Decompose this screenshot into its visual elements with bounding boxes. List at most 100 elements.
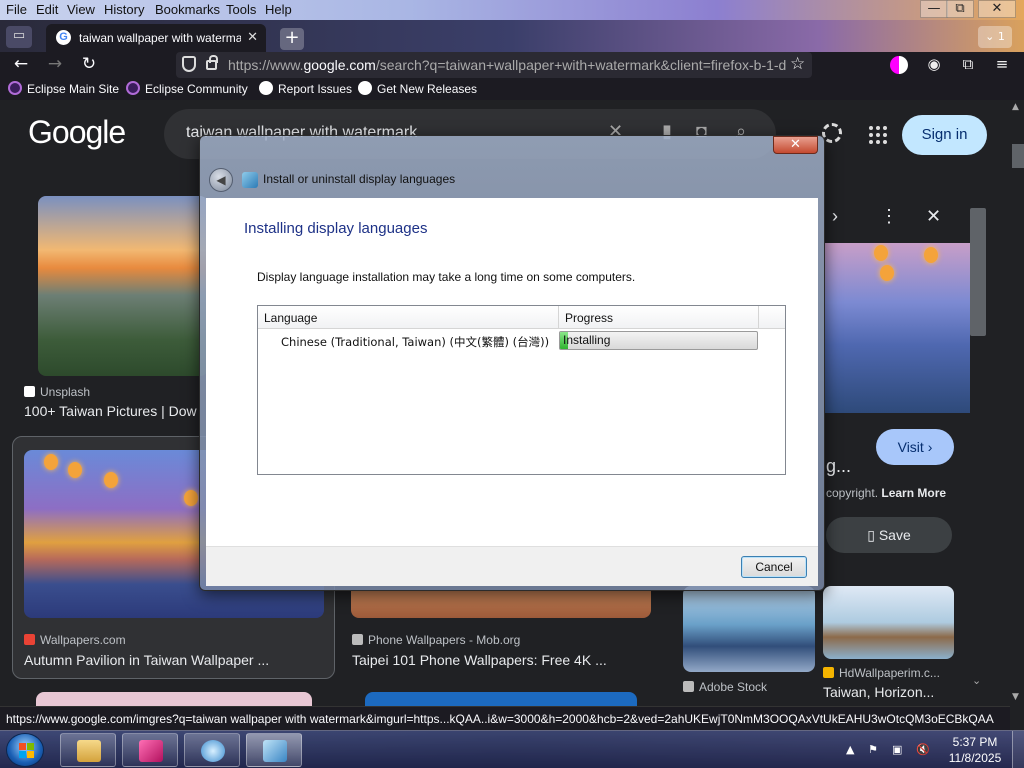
forward-arrow-icon[interactable]: → — [44, 54, 66, 76]
folder-icon — [77, 740, 101, 762]
tab-google-search[interactable]: G taiwan wallpaper with watermark ✕ — [46, 24, 266, 52]
column-header-progress[interactable]: Progress — [565, 311, 613, 325]
taskbar-language-settings[interactable] — [246, 733, 302, 767]
more-options-icon[interactable]: ⋮ — [880, 206, 898, 227]
minimize-button[interactable]: — — [920, 0, 948, 18]
result-source[interactable]: Phone Wallpapers - Mob.org — [352, 633, 520, 647]
learn-more-link[interactable]: Learn More — [881, 486, 946, 500]
start-button-icon[interactable] — [6, 733, 44, 767]
url-bar[interactable]: https://www.google.com/search?q=taiwan+w… — [176, 52, 812, 78]
firefox-view-button[interactable]: ▭ — [6, 26, 32, 48]
page-scrollbar[interactable]: ▲ ▼ — [1010, 100, 1024, 706]
sign-in-button[interactable]: Sign in — [902, 115, 987, 155]
taskbar-explorer[interactable] — [60, 733, 116, 767]
volume-muted-icon[interactable]: 🔇 — [916, 743, 930, 756]
result-source[interactable]: Unsplash — [24, 385, 90, 399]
column-separator[interactable] — [758, 306, 759, 329]
github-icon — [259, 81, 273, 95]
menu-bookmarks[interactable]: Bookmarks — [155, 2, 220, 17]
save-button[interactable]: ▯ Save — [826, 517, 952, 553]
result-title[interactable]: Taipei 101 Phone Wallpapers: Free 4K ... — [352, 652, 652, 668]
cancel-button[interactable]: Cancel — [741, 556, 807, 578]
result-image-cherry[interactable] — [36, 692, 312, 706]
tab-bar: ▭ G taiwan wallpaper with watermark ✕ + … — [0, 20, 1024, 52]
show-hidden-icons-icon[interactable]: ▲ — [846, 743, 854, 756]
scroll-up-arrow-icon[interactable]: ▲ — [1012, 102, 1019, 112]
window-close-button[interactable]: ✕ — [978, 0, 1016, 18]
bookmark-eclipse-community[interactable]: Eclipse Community — [126, 81, 248, 96]
taskbar-network[interactable] — [184, 733, 240, 767]
menu-tools[interactable]: Tools — [226, 2, 256, 17]
hdwallpaperim-icon — [823, 667, 834, 678]
scroll-down-arrow-icon[interactable]: ▼ — [1012, 692, 1019, 702]
result-image-taipei-101[interactable] — [351, 590, 651, 618]
preview-title: g... — [826, 456, 852, 476]
system-clock[interactable]: 5:37 PM 11/8/2025 — [935, 734, 1015, 766]
restore-button[interactable]: ⧉ — [946, 0, 974, 18]
scrollbar-thumb[interactable] — [1012, 144, 1024, 168]
hamburger-menu-icon[interactable]: ≡ — [992, 55, 1012, 75]
extension-color-icon[interactable] — [890, 56, 908, 74]
result-title[interactable]: Autumn Pavilion in Taiwan Wallpaper ... — [24, 652, 324, 668]
visit-button[interactable]: Visit › — [876, 429, 954, 465]
new-tab-button[interactable]: + — [280, 28, 304, 50]
list-all-tabs-button[interactable]: ⌄ 1 — [978, 26, 1012, 48]
menu-help[interactable]: Help — [265, 2, 292, 17]
clock-time: 5:37 PM — [952, 735, 998, 749]
taskbar-app-pink[interactable] — [122, 733, 178, 767]
menu-edit[interactable]: Edit — [36, 2, 58, 17]
result-title[interactable]: Taiwan, Horizon... — [823, 684, 953, 700]
back-arrow-icon[interactable]: ← — [10, 54, 32, 76]
network-icon[interactable]: ▣ — [892, 743, 902, 756]
tab-close-icon[interactable]: ✕ — [247, 29, 258, 45]
dialog-close-button[interactable]: ✕ — [773, 136, 818, 154]
language-settings-icon — [263, 740, 287, 762]
extensions-puzzle-icon[interactable]: ⧉ — [958, 55, 978, 75]
result-source[interactable]: Adobe Stock — [683, 680, 767, 694]
scroll-down-chevron-icon[interactable]: ⌄ — [972, 674, 981, 687]
show-desktop-button[interactable] — [1012, 731, 1024, 768]
unsplash-icon — [24, 386, 35, 397]
menu-history[interactable]: History — [104, 2, 144, 17]
bookmark-star-icon[interactable]: ☆ — [790, 54, 805, 74]
bookmark-get-new-releases[interactable]: Get New Releases — [358, 81, 477, 96]
languages-list-view[interactable]: Language Progress Chinese (Traditional, … — [257, 305, 786, 475]
result-source[interactable]: Wallpapers.com — [24, 633, 126, 647]
bookmark-report-issues[interactable]: Report Issues — [259, 81, 352, 96]
result-image-lake-pavilion[interactable] — [683, 586, 815, 672]
side-panel-scrollbar[interactable] — [970, 208, 986, 336]
google-apps-icon[interactable] — [869, 126, 887, 144]
close-panel-icon[interactable]: ✕ — [926, 206, 941, 227]
google-logo[interactable]: Google — [28, 114, 126, 151]
tracking-protection-shield-icon[interactable] — [182, 56, 196, 72]
preview-image-pavilion[interactable] — [824, 243, 970, 413]
column-separator[interactable] — [558, 306, 559, 329]
result-image-pagoda[interactable] — [823, 586, 954, 659]
result-source[interactable]: HdWallpaperim.c... — [823, 666, 940, 680]
column-header-language[interactable]: Language — [264, 311, 317, 325]
settings-gear-icon[interactable] — [822, 123, 842, 143]
result-image-blue[interactable] — [365, 692, 637, 706]
menu-file[interactable]: File — [6, 2, 27, 17]
back-arrow-icon[interactable]: ◀ — [209, 168, 233, 192]
menu-view[interactable]: View — [67, 2, 95, 17]
result-image-taipei-city[interactable] — [38, 196, 208, 376]
account-icon[interactable]: ◉ — [924, 55, 944, 75]
progress-status-text: Installing — [563, 333, 611, 347]
action-center-flag-icon[interactable]: ⚑ — [868, 743, 878, 756]
windows-taskbar: ▲ ⚑ ▣ 🔇 5:37 PM 11/8/2025 — [0, 730, 1024, 768]
url-text[interactable]: https://www.google.com/search?q=taiwan+w… — [228, 57, 788, 73]
next-result-chevron-icon[interactable]: › — [832, 206, 838, 227]
lantern-decoration — [44, 454, 58, 470]
language-settings-icon — [242, 172, 258, 188]
bookmarks-toolbar: Eclipse Main Site Eclipse Community Repo… — [0, 78, 1024, 100]
globe-icon — [201, 740, 225, 762]
reload-icon[interactable]: ↻ — [78, 54, 100, 76]
github-icon — [358, 81, 372, 95]
windows-logo-icon — [19, 743, 26, 750]
language-row-name: Chinese (Traditional, Taiwan) (中文(繁體) (台… — [281, 335, 550, 349]
clock-date: 11/8/2025 — [948, 751, 1002, 765]
result-title[interactable]: 100+ Taiwan Pictures | Dow — [24, 403, 200, 419]
bookmark-eclipse-main-site[interactable]: Eclipse Main Site — [8, 81, 119, 96]
lock-icon[interactable] — [206, 55, 218, 70]
